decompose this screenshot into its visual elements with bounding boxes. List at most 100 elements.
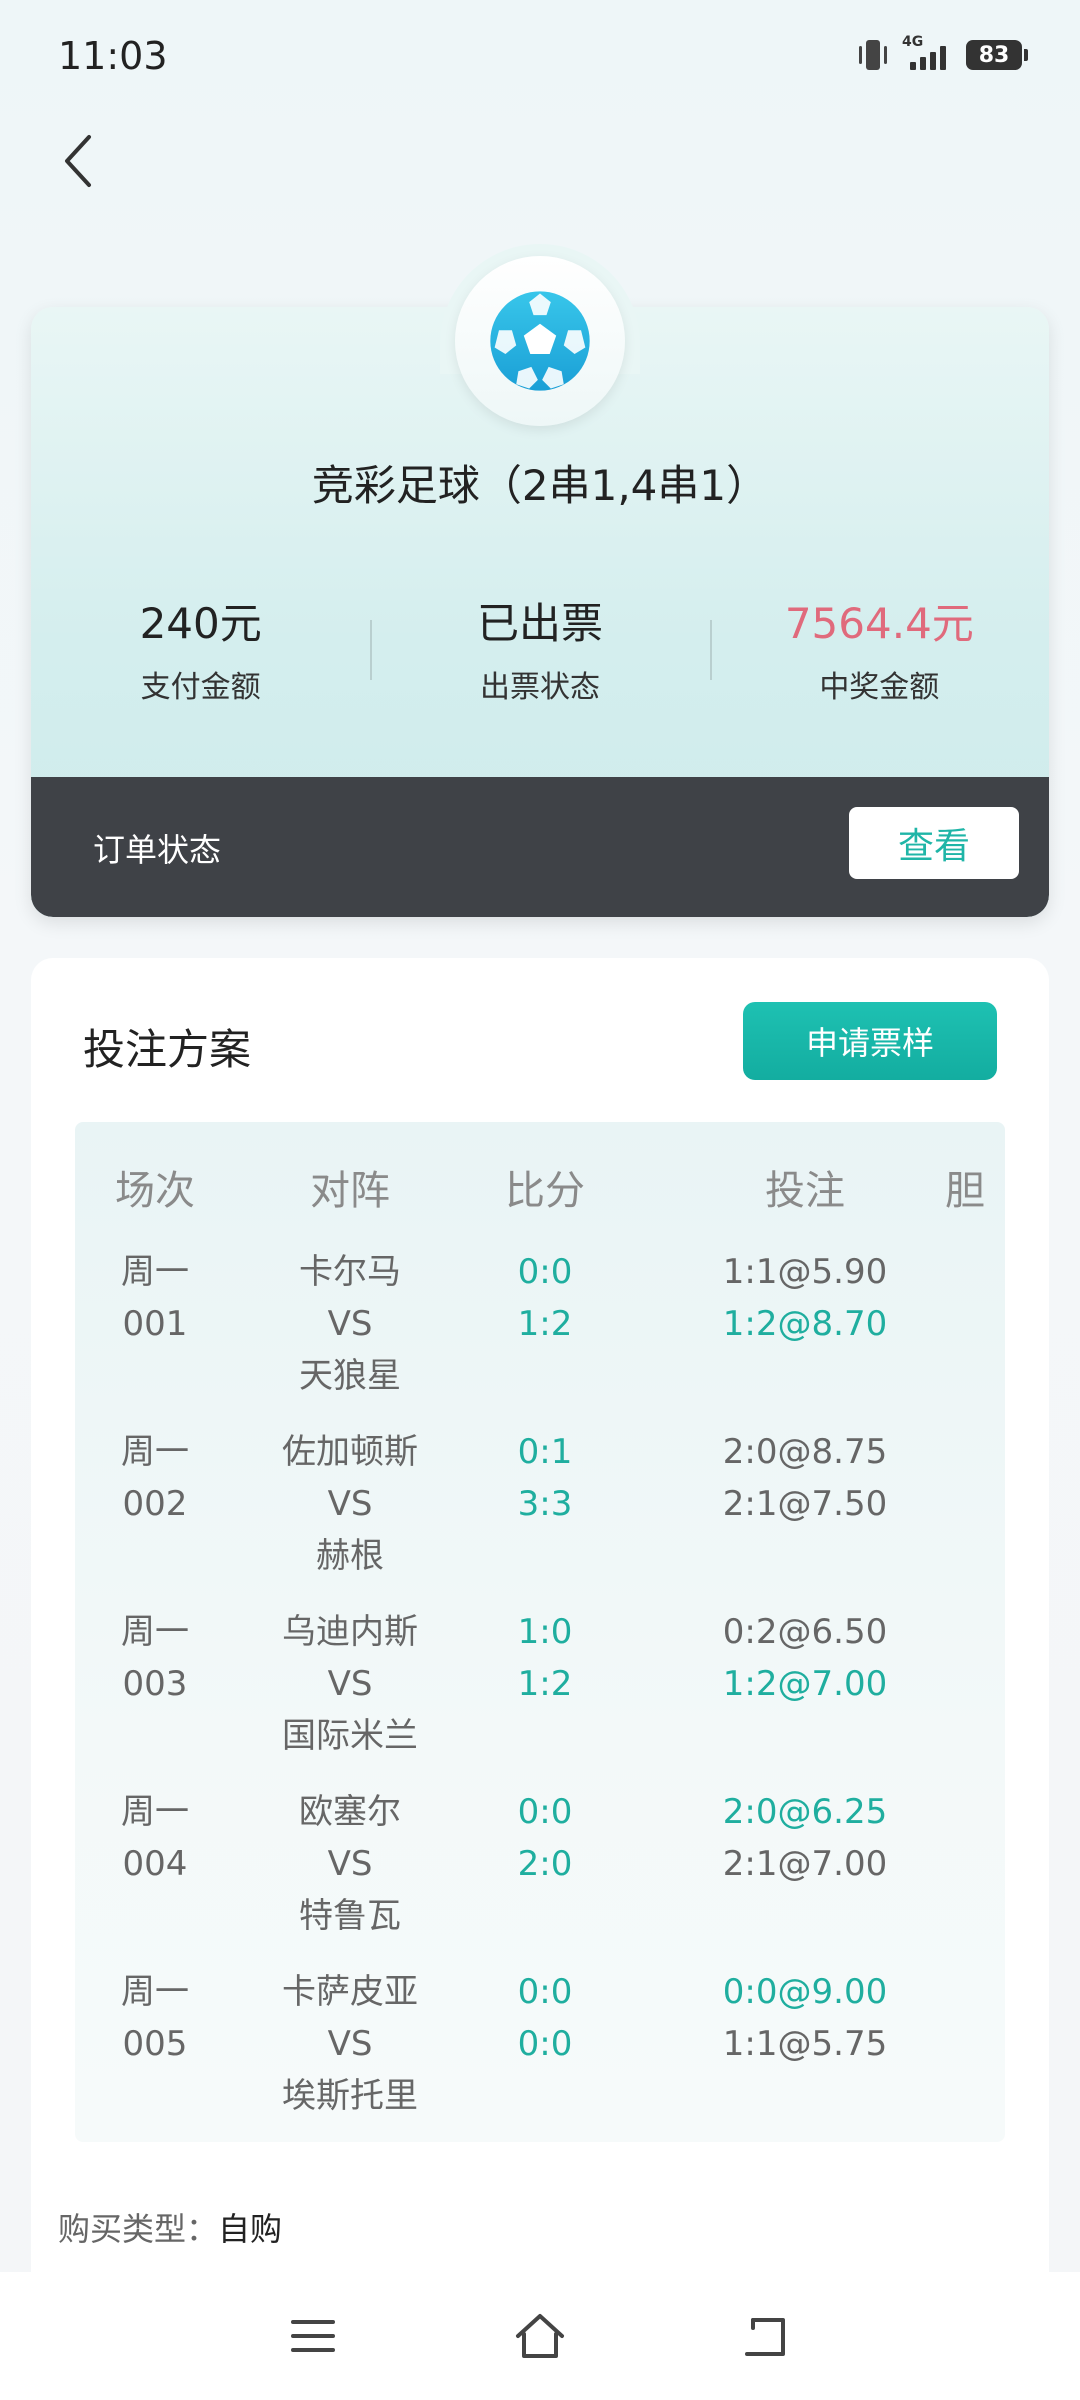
match-num: 004 bbox=[122, 1844, 188, 1884]
match-day: 周一 bbox=[121, 1792, 189, 1832]
status-icons: 4G 83 bbox=[858, 34, 1028, 72]
bet-option: 1:2@7.00 bbox=[722, 1664, 888, 1704]
vs-label: VS bbox=[327, 1484, 373, 1524]
match-num: 001 bbox=[122, 1304, 188, 1344]
table-row: 周一 003 乌迪内斯 VS 国际米兰 1:0 1:2 0:2@6.50 1:2@7.00 bbox=[75, 1606, 1005, 1786]
view-button[interactable]: 查看 bbox=[849, 807, 1019, 879]
column-header-match: 场次 bbox=[115, 1168, 195, 1214]
status-time: 11:03 bbox=[58, 34, 168, 78]
home-team: 佐加顿斯 bbox=[282, 1432, 418, 1472]
nav-menu-button[interactable] bbox=[273, 2296, 353, 2376]
away-team: 国际米兰 bbox=[282, 1716, 418, 1756]
full-score: 0:0 bbox=[517, 2024, 573, 2064]
purchase-type-label: 购买类型： bbox=[58, 2210, 219, 2248]
nav-home-button[interactable] bbox=[500, 2296, 580, 2376]
match-bets: 0:2@6.50 1:2@7.00 bbox=[655, 1606, 955, 1710]
match-scores: 1:0 1:2 bbox=[445, 1606, 645, 1710]
bet-option: 2:1@7.00 bbox=[722, 1844, 888, 1884]
home-team: 卡尔马 bbox=[299, 1252, 401, 1292]
match-day: 周一 bbox=[121, 1252, 189, 1292]
away-team: 埃斯托里 bbox=[282, 2076, 418, 2116]
match-num: 003 bbox=[122, 1664, 188, 1704]
ball-badge bbox=[455, 256, 625, 426]
bet-option: 0:0@9.00 bbox=[722, 1972, 888, 2012]
purchase-type-value: 自购 bbox=[218, 2210, 283, 2248]
full-score: 1:2 bbox=[517, 1304, 573, 1344]
home-icon bbox=[515, 2314, 564, 2358]
chevron-left-icon bbox=[65, 135, 91, 187]
network-type: 4G bbox=[902, 34, 924, 50]
match-scores: 0:0 2:0 bbox=[445, 1786, 645, 1890]
half-score: 1:0 bbox=[517, 1612, 573, 1652]
table-row: 周一 004 欧塞尔 VS 特鲁瓦 0:0 2:0 2:0@6.25 2:1@7.00 bbox=[75, 1786, 1005, 1966]
order-status-bar: 订单状态 查看 bbox=[31, 777, 1049, 917]
plan-card: 投注方案 申请票样 场次 对阵 比分 投注 胆 周一 001 卡尔马 VS 天狼星 0:0… bbox=[31, 958, 1049, 2400]
football-icon bbox=[490, 291, 590, 391]
lottery-title: 竞彩足球（2串1,4串1） bbox=[311, 461, 769, 510]
status-bar: 11:03 4G 83 bbox=[0, 0, 1080, 110]
bet-option: 0:2@6.50 bbox=[722, 1612, 888, 1652]
half-score: 0:0 bbox=[517, 1972, 573, 2012]
vs-label: VS bbox=[327, 2024, 373, 2064]
match-teams: 佐加顿斯 VS 赫根 bbox=[255, 1426, 445, 1582]
match-num: 005 bbox=[122, 2024, 188, 2064]
match-bets: 1:1@5.90 1:2@8.70 bbox=[655, 1246, 955, 1350]
column-header-bet: 投注 bbox=[765, 1168, 845, 1214]
vibrate-icon bbox=[858, 38, 888, 72]
navigation-bar bbox=[0, 2272, 1080, 2400]
away-team: 赫根 bbox=[316, 1536, 384, 1576]
back-nav-icon bbox=[744, 2318, 785, 2356]
match-bets: 2:0@6.25 2:1@7.00 bbox=[655, 1786, 955, 1890]
match-number: 周一 002 bbox=[75, 1426, 235, 1530]
match-bets: 2:0@8.75 2:1@7.50 bbox=[655, 1426, 955, 1530]
stat-ticket-status: 已出票 出票状态 bbox=[370, 590, 709, 720]
bet-option: 2:0@6.25 bbox=[722, 1792, 888, 1832]
match-teams: 欧塞尔 VS 特鲁瓦 bbox=[255, 1786, 445, 1942]
full-score: 2:0 bbox=[517, 1844, 573, 1884]
home-team: 欧塞尔 bbox=[299, 1792, 401, 1832]
order-status-label: 订单状态 bbox=[93, 831, 222, 869]
match-number: 周一 005 bbox=[75, 1966, 235, 2070]
stat-prize-value: 7564.4元 bbox=[784, 599, 974, 648]
vs-label: VS bbox=[327, 1844, 373, 1884]
back-button[interactable] bbox=[44, 126, 114, 196]
match-teams: 卡萨皮亚 VS 埃斯托里 bbox=[255, 1966, 445, 2122]
stat-ticket-status-value: 已出票 bbox=[476, 599, 603, 648]
plan-title: 投注方案 bbox=[83, 1025, 252, 1074]
half-score: 0:0 bbox=[517, 1792, 573, 1832]
nav-back-button[interactable] bbox=[727, 2296, 807, 2376]
match-day: 周一 bbox=[121, 1612, 189, 1652]
home-team: 乌迪内斯 bbox=[282, 1612, 418, 1652]
page: 11:03 4G 83 订单状态 查看 竞彩足球（2串1,4串1） 240元 支… bbox=[0, 0, 1080, 2400]
bet-table: 场次 对阵 比分 投注 胆 周一 001 卡尔马 VS 天狼星 0:0 1:2 1:1@5.9… bbox=[75, 1122, 1005, 2142]
match-scores: 0:0 0:0 bbox=[445, 1966, 645, 2070]
signal-icon: 4G bbox=[902, 34, 952, 72]
bet-option: 1:2@8.70 bbox=[722, 1304, 888, 1344]
match-number: 周一 001 bbox=[75, 1246, 235, 1350]
stat-prize-label: 中奖金额 bbox=[819, 670, 940, 705]
bet-option: 2:1@7.50 bbox=[722, 1484, 888, 1524]
table-row: 周一 005 卡萨皮亚 VS 埃斯托里 0:0 0:0 0:0@9.00 1:1@5.75 bbox=[75, 1966, 1005, 2146]
stat-prize: 7564.4元 中奖金额 bbox=[709, 590, 1049, 720]
match-scores: 0:0 1:2 bbox=[445, 1246, 645, 1350]
full-score: 3:3 bbox=[517, 1484, 573, 1524]
battery-icon: 83 bbox=[966, 40, 1028, 70]
vs-label: VS bbox=[327, 1304, 373, 1344]
half-score: 0:1 bbox=[517, 1432, 573, 1472]
apply-ticket-sample-button[interactable]: 申请票样 bbox=[743, 1002, 997, 1080]
column-header-teams: 对阵 bbox=[310, 1168, 390, 1214]
match-day: 周一 bbox=[121, 1432, 189, 1472]
half-score: 0:0 bbox=[517, 1252, 573, 1292]
match-bets: 0:0@9.00 1:1@5.75 bbox=[655, 1966, 955, 2070]
table-row: 周一 001 卡尔马 VS 天狼星 0:0 1:2 1:1@5.90 1:2@8.70 bbox=[75, 1246, 1005, 1426]
match-day: 周一 bbox=[121, 1972, 189, 2012]
column-header-score: 比分 bbox=[505, 1168, 585, 1214]
bet-option: 2:0@8.75 bbox=[722, 1432, 888, 1472]
column-header-banker: 胆 bbox=[945, 1168, 985, 1214]
bet-option: 1:1@5.90 bbox=[722, 1252, 888, 1292]
menu-icon bbox=[291, 2320, 336, 2352]
vs-label: VS bbox=[327, 1664, 373, 1704]
purchase-type: 购买类型：自购 bbox=[58, 2204, 282, 2250]
stat-paid: 240元 支付金额 bbox=[31, 590, 370, 720]
match-number: 周一 003 bbox=[75, 1606, 235, 1710]
